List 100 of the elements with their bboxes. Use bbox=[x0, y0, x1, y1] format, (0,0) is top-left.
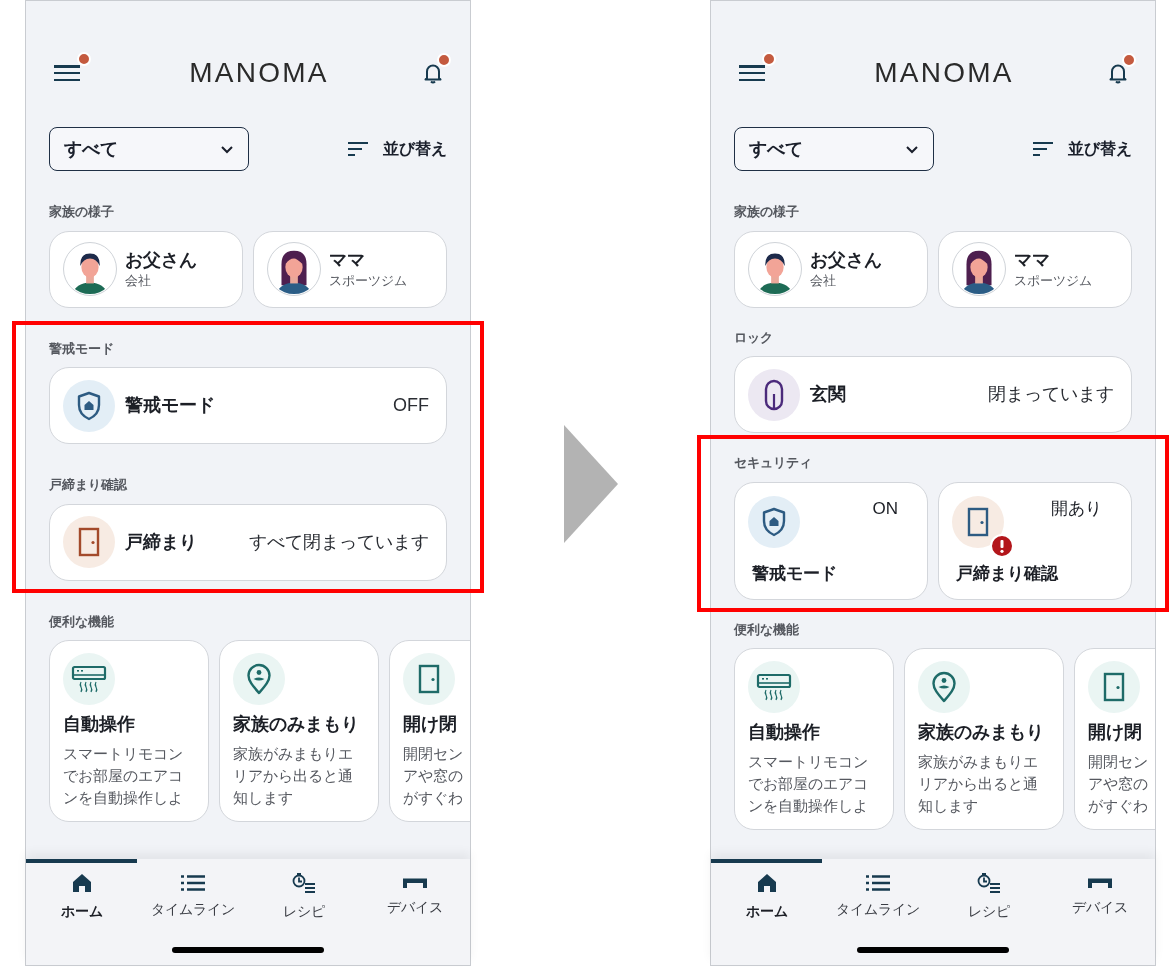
feature-card[interactable]: 開け閉 開閉セン アや窓の がすぐわ bbox=[389, 640, 470, 822]
feature-description-line: アや窓の bbox=[403, 766, 464, 786]
shield-icon bbox=[761, 506, 787, 537]
tile-label: 戸締まり確認 bbox=[956, 563, 1060, 585]
feature-description-line: 開閉セン bbox=[403, 744, 464, 764]
nav-tab[interactable]: レシピ bbox=[248, 859, 359, 931]
feature-description-line: でお部屋のエアコ bbox=[63, 766, 184, 786]
status-card[interactable]: 戸締まり すべて閉まっています bbox=[49, 503, 447, 581]
feature-description-line: スマートリモコン bbox=[748, 752, 869, 772]
nav-tab[interactable]: タイムライン bbox=[137, 859, 248, 931]
feature-description-line: 家族がみまもりエ bbox=[918, 752, 1039, 772]
feature-card[interactable]: 自動操作 スマートリモコン でお部屋のエアコ ンを自動操作しよ bbox=[49, 640, 209, 822]
feature-title: 自動操作 bbox=[748, 721, 821, 744]
feature-description-line: ンを自動操作しよ bbox=[63, 788, 184, 808]
feature-description-line: スマートリモコン bbox=[63, 744, 184, 764]
feature-description-line: 開閉セン bbox=[1088, 752, 1149, 772]
status-value: すべて閉まっています bbox=[249, 530, 429, 554]
status-value: 閉まっています bbox=[988, 383, 1114, 406]
air-conditioner-icon bbox=[71, 665, 107, 693]
feature-description-line: がすぐわ bbox=[1088, 796, 1149, 816]
feature-description-line: 家族がみまもりエ bbox=[233, 744, 354, 764]
person-avatar bbox=[952, 242, 1006, 296]
sort-button[interactable]: 並び替え bbox=[1032, 137, 1132, 161]
arrow-right-icon bbox=[563, 424, 618, 543]
filter-dropdown[interactable]: すべて bbox=[734, 127, 934, 171]
menu-button[interactable] bbox=[739, 63, 765, 83]
tile-label: 警戒モード bbox=[752, 563, 838, 585]
status-value: ON bbox=[872, 497, 898, 520]
feature-card[interactable]: 開け閉 開閉セン アや窓の がすぐわ bbox=[1074, 648, 1155, 830]
feature-description-line: アや窓の bbox=[1088, 774, 1149, 794]
status-card[interactable]: 警戒モード OFF bbox=[49, 367, 447, 444]
status-label: 戸締まり bbox=[125, 530, 197, 554]
feature-description-line: リアから出ると通 bbox=[918, 774, 1039, 794]
section-title: ロック bbox=[734, 328, 774, 347]
feature-title: 開け閉 bbox=[1088, 721, 1143, 744]
nav-tab[interactable]: ホーム bbox=[26, 859, 137, 931]
section-title: 警戒モード bbox=[49, 339, 115, 358]
feature-card[interactable]: 家族のみまもり 家族がみまもりエ リアから出ると通 知します bbox=[219, 640, 379, 822]
location-pin-icon bbox=[931, 671, 957, 703]
app-logo: MANOMA bbox=[874, 59, 1014, 87]
feature-description-line: リアから出ると通 bbox=[233, 766, 354, 786]
list-icon bbox=[180, 874, 205, 891]
feature-card[interactable]: 家族のみまもり 家族がみまもりエ リアから出ると通 知します bbox=[904, 648, 1064, 830]
menu-button[interactable] bbox=[54, 63, 80, 83]
timer-list-icon bbox=[976, 872, 1001, 893]
person-avatar bbox=[267, 242, 321, 296]
family-member-card[interactable]: お父さん 会社 bbox=[734, 230, 928, 308]
security-tile[interactable]: ON 警戒モード bbox=[734, 481, 928, 600]
nav-tab[interactable]: レシピ bbox=[933, 859, 1044, 931]
device-icon bbox=[402, 876, 427, 889]
shield-icon bbox=[76, 390, 102, 421]
nav-tab[interactable]: デバイス bbox=[1044, 859, 1155, 931]
timer-list-icon bbox=[291, 872, 316, 893]
feature-description-line: 知します bbox=[918, 796, 979, 816]
feature-description-line: がすぐわ bbox=[403, 788, 464, 808]
filter-dropdown[interactable]: すべて bbox=[49, 127, 249, 171]
nav-tab[interactable]: デバイス bbox=[359, 859, 470, 931]
feature-title: 家族のみまもり bbox=[918, 721, 1045, 744]
door-icon bbox=[78, 527, 100, 557]
app-logo: MANOMA bbox=[189, 59, 329, 87]
status-label: 警戒モード bbox=[125, 394, 215, 417]
section-title: 便利な機能 bbox=[49, 612, 115, 631]
status-card[interactable]: 玄関 閉まっています bbox=[734, 356, 1132, 433]
member-location: スポーツジム bbox=[329, 272, 407, 290]
member-location: 会社 bbox=[810, 272, 837, 290]
section-title: セキュリティ bbox=[734, 454, 813, 472]
feature-description-line: 知します bbox=[233, 788, 294, 808]
section-title: 家族の様子 bbox=[49, 203, 115, 221]
member-name: お父さん bbox=[125, 249, 197, 272]
member-location: 会社 bbox=[125, 272, 152, 290]
bell-icon[interactable] bbox=[424, 62, 442, 84]
device-icon bbox=[1087, 876, 1112, 889]
feature-description-line: でお部屋のエアコ bbox=[748, 774, 869, 794]
chevron-down-icon bbox=[220, 144, 234, 154]
sort-button[interactable]: 並び替え bbox=[347, 137, 447, 161]
door-icon bbox=[967, 506, 989, 537]
location-pin-icon bbox=[246, 663, 272, 695]
section-title: 家族の様子 bbox=[734, 203, 800, 221]
nav-tab[interactable]: タイムライン bbox=[822, 859, 933, 931]
member-location: スポーツジム bbox=[1014, 272, 1092, 290]
sort-icon bbox=[1032, 141, 1054, 157]
feature-card[interactable]: 自動操作 スマートリモコン でお部屋のエアコ ンを自動操作しよ bbox=[734, 648, 894, 830]
lock-icon bbox=[764, 378, 784, 411]
member-name: お父さん bbox=[810, 249, 882, 272]
status-value: OFF bbox=[393, 394, 429, 417]
list-icon bbox=[865, 874, 890, 891]
feature-description-line: ンを自動操作しよ bbox=[748, 796, 869, 816]
security-tile[interactable]: 開あり 戸締まり確認 bbox=[938, 481, 1132, 600]
feature-title: 家族のみまもり bbox=[233, 713, 360, 736]
family-member-card[interactable]: ママ スポーツジム bbox=[253, 230, 447, 308]
nav-tab[interactable]: ホーム bbox=[711, 859, 822, 931]
sort-icon bbox=[347, 141, 369, 157]
section-title: 戸締まり確認 bbox=[49, 476, 128, 494]
chevron-down-icon bbox=[905, 144, 919, 154]
door-icon bbox=[418, 664, 440, 694]
bell-icon[interactable] bbox=[1109, 62, 1127, 84]
feature-title: 自動操作 bbox=[63, 713, 136, 736]
family-member-card[interactable]: お父さん 会社 bbox=[49, 230, 243, 308]
person-avatar bbox=[63, 242, 117, 296]
family-member-card[interactable]: ママ スポーツジム bbox=[938, 230, 1132, 308]
